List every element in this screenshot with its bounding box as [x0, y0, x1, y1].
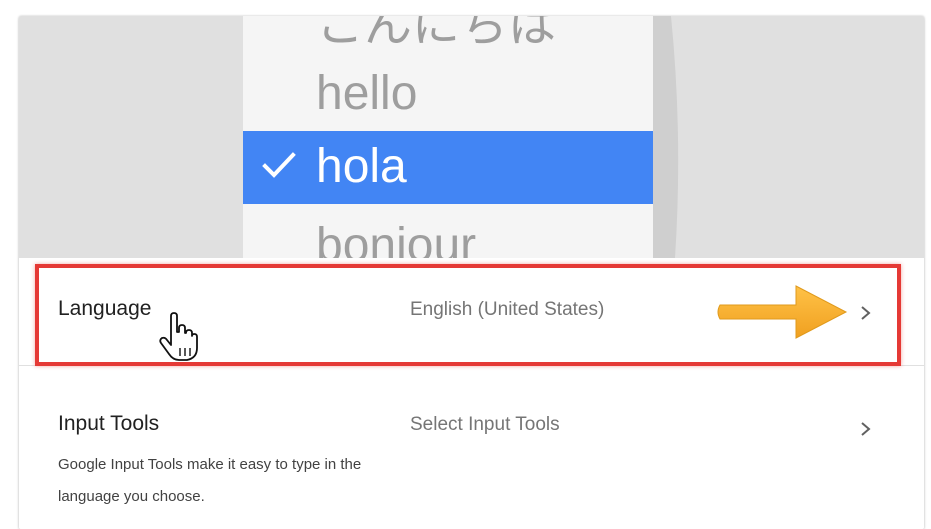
arrow-annotation-icon — [717, 285, 848, 339]
input-tools-description: Google Input Tools make it easy to type … — [58, 456, 362, 505]
language-label: Language — [58, 297, 152, 320]
check-icon — [262, 152, 296, 178]
settings-card: こんにちは hello hola bonjour Language Englis… — [19, 16, 924, 529]
input-tools-label: Input Tools — [58, 412, 160, 435]
language-word-list: こんにちは hello hola bonjour — [243, 16, 653, 258]
language-value: English (United States) — [410, 299, 605, 320]
word-japanese: こんにちは — [316, 16, 557, 52]
hand-pointer-cursor-icon — [159, 312, 198, 361]
word-bonjour: bonjour — [316, 219, 477, 259]
chevron-right-icon[interactable] — [859, 419, 873, 439]
input-tools-value: Select Input Tools — [410, 414, 560, 435]
word-selected-row: hola — [243, 131, 653, 204]
word-selected-label: hola — [316, 140, 407, 193]
word-hello: hello — [316, 67, 418, 120]
input-tools-setting-row[interactable]: Input Tools Select Input Tools Google In… — [19, 366, 924, 529]
chevron-right-icon[interactable] — [859, 303, 873, 323]
list-shadow-decoration — [653, 16, 679, 258]
language-illustration-banner: こんにちは hello hola bonjour — [19, 16, 924, 258]
